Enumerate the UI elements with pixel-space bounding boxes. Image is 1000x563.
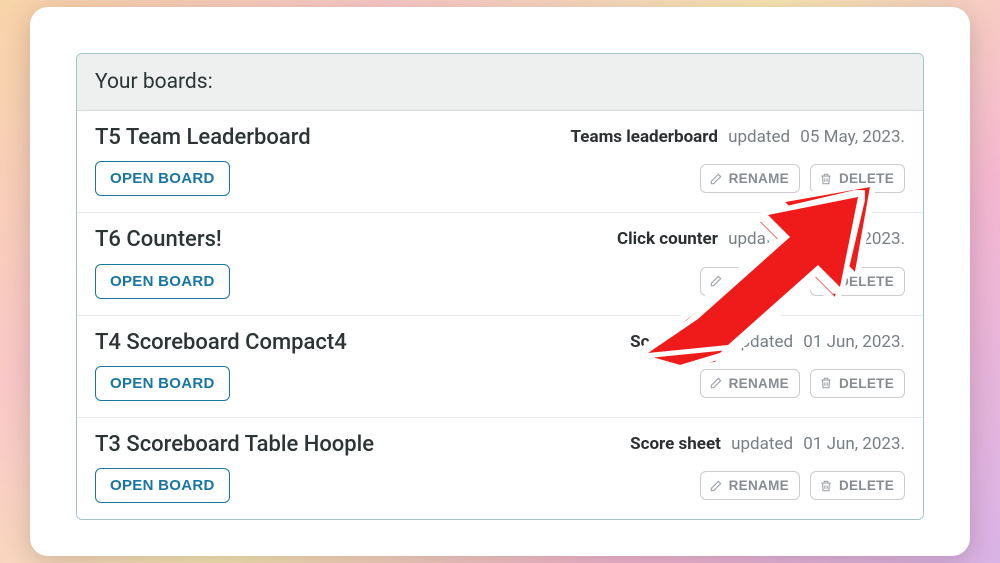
board-title: T6 Counters! xyxy=(95,227,222,253)
open-board-button[interactable]: OPEN BOARD xyxy=(95,264,230,299)
board-updated-prefix: updated xyxy=(731,332,793,352)
board-updated-prefix: updated xyxy=(728,229,790,249)
board-meta: Teams leaderboard updated 05 May, 2023. xyxy=(571,125,905,147)
board-meta: Score sheet updated 01 Jun, 2023. xyxy=(630,432,905,454)
board-updated-prefix: updated xyxy=(728,127,790,147)
board-row: T6 Counters! Click counter updated 22 Ma… xyxy=(77,213,923,315)
rename-label: RENAME xyxy=(729,376,789,391)
delete-button[interactable]: DELETE xyxy=(810,369,905,398)
board-meta: Click counter updated 22 May, 2023. xyxy=(617,227,905,249)
board-actions: RENAME DELETE xyxy=(700,471,905,500)
open-board-button[interactable]: OPEN BOARD xyxy=(95,366,230,401)
rename-label: RENAME xyxy=(729,478,789,493)
delete-label: DELETE xyxy=(839,171,894,186)
board-title: T5 Team Leaderboard xyxy=(95,125,311,151)
trash-icon xyxy=(819,274,833,288)
board-row: T5 Team Leaderboard Teams leaderboard up… xyxy=(77,111,923,213)
board-type: Click counter xyxy=(617,229,718,249)
open-board-button[interactable]: OPEN BOARD xyxy=(95,161,230,196)
rename-label: RENAME xyxy=(729,171,789,186)
rename-button[interactable]: RENAME xyxy=(700,164,800,193)
board-actions: RENAME DELETE xyxy=(700,164,905,193)
trash-icon xyxy=(819,479,833,493)
open-board-button[interactable]: OPEN BOARD xyxy=(95,468,230,503)
board-updated-date: 05 May, 2023. xyxy=(800,127,905,147)
delete-label: DELETE xyxy=(839,376,894,391)
rename-button[interactable]: RENAME xyxy=(700,471,800,500)
board-updated-date: 01 Jun, 2023. xyxy=(803,434,905,454)
delete-button[interactable]: DELETE xyxy=(810,164,905,193)
pencil-icon xyxy=(709,172,723,186)
rename-button[interactable]: RENAME xyxy=(700,369,800,398)
board-meta: Score sheet updated 01 Jun, 2023. xyxy=(630,330,905,352)
app-card: Your boards: T5 Team Leaderboard Teams l… xyxy=(30,7,970,557)
board-actions: RENAME DELETE xyxy=(700,369,905,398)
board-actions: RENAME DELETE xyxy=(700,267,905,296)
delete-button[interactable]: DELETE xyxy=(810,267,905,296)
pencil-icon xyxy=(709,274,723,288)
trash-icon xyxy=(819,172,833,186)
trash-icon xyxy=(819,376,833,390)
panel-header: Your boards: xyxy=(77,54,923,111)
delete-label: DELETE xyxy=(839,274,894,289)
board-type: Score sheet xyxy=(630,434,721,454)
board-title: T3 Scoreboard Table Hoople xyxy=(95,432,374,458)
board-row: T4 Scoreboard Compact4 Score sheet updat… xyxy=(77,316,923,418)
pencil-icon xyxy=(709,376,723,390)
rename-button[interactable]: RENAME xyxy=(700,267,800,296)
delete-button[interactable]: DELETE xyxy=(810,471,905,500)
board-updated-date: 22 May, 2023. xyxy=(800,229,905,249)
pencil-icon xyxy=(709,479,723,493)
rename-label: RENAME xyxy=(729,274,789,289)
board-type: Score sheet xyxy=(630,332,721,352)
boards-panel: Your boards: T5 Team Leaderboard Teams l… xyxy=(76,53,924,521)
delete-label: DELETE xyxy=(839,478,894,493)
board-row: T3 Scoreboard Table Hoople Score sheet u… xyxy=(77,418,923,519)
board-updated-date: 01 Jun, 2023. xyxy=(803,332,905,352)
board-title: T4 Scoreboard Compact4 xyxy=(95,330,347,356)
board-updated-prefix: updated xyxy=(731,434,793,454)
board-type: Teams leaderboard xyxy=(571,127,718,147)
